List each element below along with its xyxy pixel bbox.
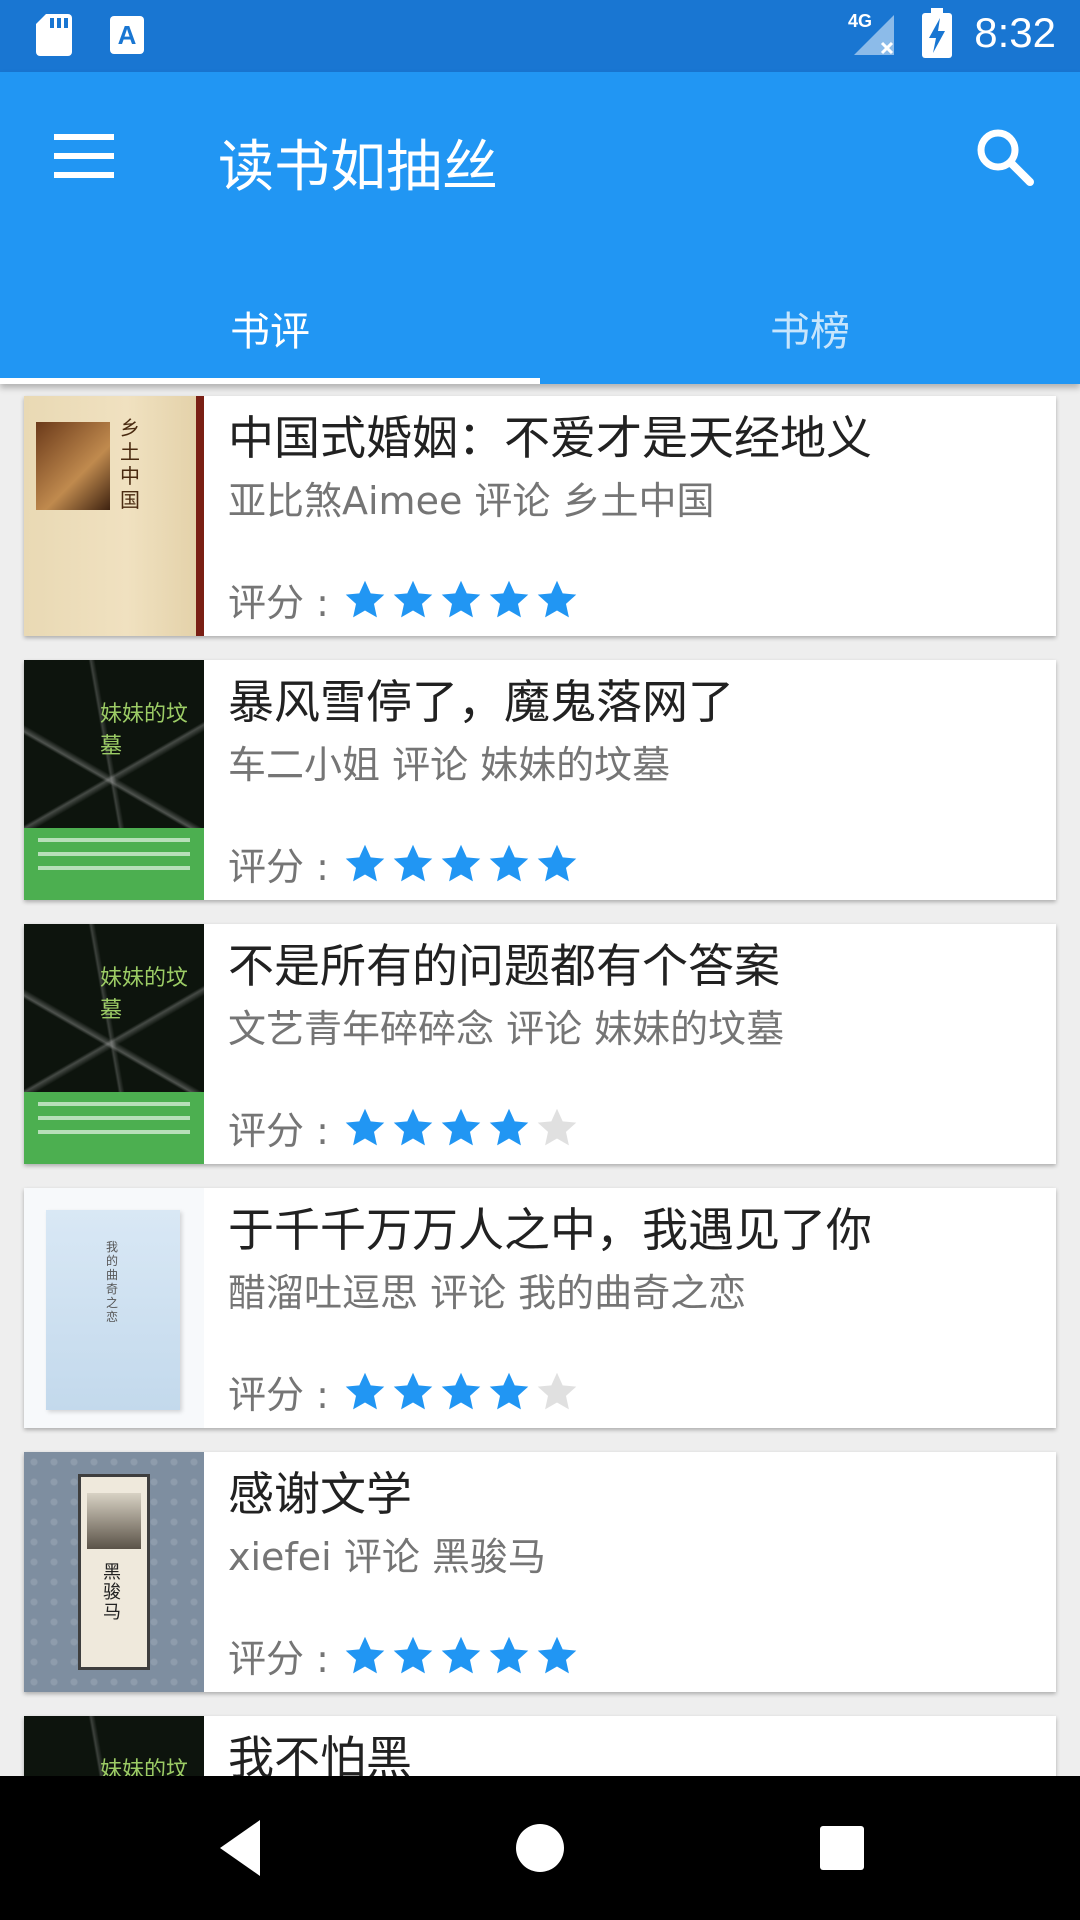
review-title: 不是所有的问题都有个答案 xyxy=(228,939,780,993)
review-subtitle: 亚比煞Aimee 评论 乡土中国 xyxy=(228,479,715,523)
back-icon[interactable] xyxy=(214,1816,266,1880)
review-title: 于千千万万人之中，我遇见了你 xyxy=(228,1203,872,1257)
app-bar: 读书如抽丝 书评 书榜 xyxy=(0,72,1080,384)
star-filled-icon xyxy=(441,1372,481,1409)
review-title: 感谢文学 xyxy=(228,1467,412,1521)
star-empty-icon xyxy=(537,1108,577,1145)
status-time: 8:32 xyxy=(974,9,1056,56)
review-subtitle: 车二小姐 评论 妹妹的坟墓 xyxy=(228,743,671,787)
tab-rankings[interactable]: 书榜 xyxy=(540,272,1080,384)
rating-row: 评分 : xyxy=(228,572,579,627)
rating-label: 评分 : xyxy=(228,1109,329,1153)
home-icon[interactable] xyxy=(514,1816,566,1880)
star-rating xyxy=(343,1370,579,1414)
review-card[interactable]: 我的曲奇之恋 于千千万万人之中，我遇见了你 醋溜吐逗思 评论 我的曲奇之恋 评分… xyxy=(24,1188,1056,1428)
star-filled-icon xyxy=(393,1108,433,1145)
star-filled-icon xyxy=(489,580,529,617)
review-title: 暴风雪停了，魔鬼落网了 xyxy=(228,675,734,729)
rating-label: 评分 : xyxy=(228,1637,329,1681)
book-cover: 我的曲奇之恋 xyxy=(24,1188,204,1428)
review-title: 中国式婚姻：不爱才是天经地义 xyxy=(228,411,872,465)
tab-reviews[interactable]: 书评 xyxy=(0,272,540,384)
star-empty-icon xyxy=(537,1372,577,1409)
star-filled-icon xyxy=(489,1372,529,1409)
battery-charging-icon xyxy=(922,8,953,58)
signal-4g-icon: 4G xyxy=(848,11,895,55)
star-filled-icon xyxy=(489,844,529,881)
star-filled-icon xyxy=(441,844,481,881)
star-filled-icon xyxy=(345,580,385,617)
review-subtitle: xiefei 评论 黑骏马 xyxy=(228,1535,546,1579)
status-bar: A 4G 8:32 xyxy=(0,0,1080,72)
star-filled-icon xyxy=(537,844,577,881)
star-filled-icon xyxy=(345,1108,385,1145)
recents-icon[interactable] xyxy=(816,1816,868,1880)
star-filled-icon xyxy=(537,1636,577,1673)
rating-label: 评分 : xyxy=(228,1373,329,1417)
star-rating xyxy=(343,1634,579,1678)
rating-row: 评分 : xyxy=(228,1628,579,1683)
book-cover: 妹妹的坟墓 xyxy=(24,1716,204,1776)
rating-label: 评分 : xyxy=(228,845,329,889)
star-rating xyxy=(343,578,579,622)
review-card[interactable]: 妹妹的坟墓 暴风雪停了，魔鬼落网了 车二小姐 评论 妹妹的坟墓 评分 : xyxy=(24,660,1056,900)
star-filled-icon xyxy=(441,1636,481,1673)
star-filled-icon xyxy=(393,1372,433,1409)
star-filled-icon xyxy=(345,1636,385,1673)
review-subtitle: 醋溜吐逗思 评论 我的曲奇之恋 xyxy=(228,1271,747,1315)
book-cover: 妹妹的坟墓 xyxy=(24,924,204,1164)
text-a-icon: A xyxy=(110,16,144,54)
star-filled-icon xyxy=(489,1636,529,1673)
book-cover: 乡土中国 xyxy=(24,396,204,636)
star-filled-icon xyxy=(537,580,577,617)
review-card[interactable]: 妹妹的坟墓 我不怕黑 xyxy=(24,1716,1056,1776)
star-filled-icon xyxy=(393,844,433,881)
star-filled-icon xyxy=(441,1108,481,1145)
rating-row: 评分 : xyxy=(228,836,579,891)
book-cover: 妹妹的坟墓 xyxy=(24,660,204,900)
star-rating xyxy=(343,1106,579,1150)
review-card[interactable]: 黑骏马 感谢文学 xiefei 评论 黑骏马 评分 : xyxy=(24,1452,1056,1692)
book-cover: 黑骏马 xyxy=(24,1452,204,1692)
sd-card-icon xyxy=(36,14,72,56)
rating-row: 评分 : xyxy=(228,1100,579,1155)
star-filled-icon xyxy=(393,580,433,617)
search-icon[interactable] xyxy=(974,126,1036,188)
star-filled-icon xyxy=(393,1636,433,1673)
navigation-bar xyxy=(0,1776,1080,1920)
star-filled-icon xyxy=(441,580,481,617)
star-filled-icon xyxy=(345,844,385,881)
star-filled-icon xyxy=(345,1372,385,1409)
review-subtitle: 文艺青年碎碎念 评论 妹妹的坟墓 xyxy=(228,1007,785,1051)
app-title: 读书如抽丝 xyxy=(218,135,498,200)
tab-bar: 书评 书榜 xyxy=(0,272,1080,384)
svg-text:4G: 4G xyxy=(848,11,872,31)
rating-label: 评分 : xyxy=(228,581,329,625)
rating-row: 评分 : xyxy=(228,1364,579,1419)
star-rating xyxy=(343,842,579,886)
review-title: 我不怕黑 xyxy=(228,1731,412,1776)
menu-icon[interactable] xyxy=(54,134,114,178)
svg-text:A: A xyxy=(118,20,137,50)
review-card[interactable]: 妹妹的坟墓 不是所有的问题都有个答案 文艺青年碎碎念 评论 妹妹的坟墓 评分 : xyxy=(24,924,1056,1164)
star-filled-icon xyxy=(489,1108,529,1145)
review-card[interactable]: 乡土中国 中国式婚姻：不爱才是天经地义 亚比煞Aimee 评论 乡土中国 评分 … xyxy=(24,396,1056,636)
review-list[interactable]: 乡土中国 中国式婚姻：不爱才是天经地义 亚比煞Aimee 评论 乡土中国 评分 … xyxy=(0,384,1080,1776)
